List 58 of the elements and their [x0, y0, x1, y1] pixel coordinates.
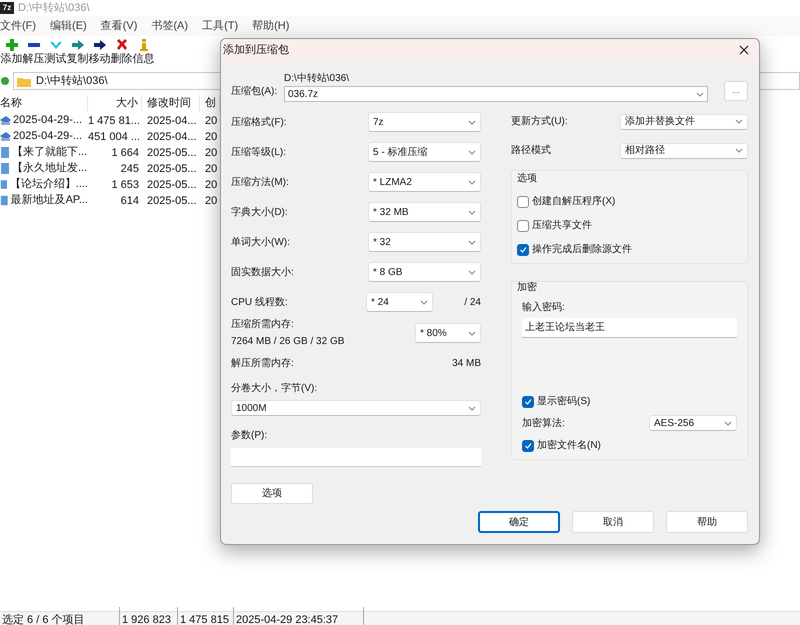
table-cell: 245	[120, 163, 139, 175]
file-name: 【永久地址发...	[12, 160, 88, 176]
table-cell: 1 664	[111, 147, 139, 159]
table-cell: 2025-05...	[147, 195, 197, 207]
file-name: 2025-04-29-...	[13, 112, 82, 128]
table-cell: 20	[205, 195, 218, 207]
field-label: 压缩共享文件	[532, 218, 592, 233]
field-label: 压缩包(A):	[231, 84, 278, 99]
archive-path: D:\中转站\036\	[284, 73, 350, 84]
table-cell: 2025-05...	[147, 147, 197, 159]
field-label: 创建自解压程序(X)	[532, 194, 616, 209]
table-cell: 614	[120, 195, 139, 207]
dialog-title: 添加到压缩包	[223, 42, 289, 58]
field-label: 压缩等级(L):	[231, 146, 286, 160]
field-label: 压缩格式(F):	[231, 116, 287, 130]
file-name: 最新地址及AP...	[10, 192, 88, 208]
status-text: 2025-04-29 23:45:37	[236, 614, 338, 625]
table-cell: 2025-04...	[147, 115, 197, 127]
table-cell: 2025-05...	[147, 163, 197, 175]
field-label: 参数(P):	[231, 428, 268, 443]
file-name: 【来了就能下...	[12, 144, 88, 160]
table-cell: 20	[205, 147, 218, 159]
field-label: 压缩方法(M):	[231, 176, 289, 190]
field-label: 单词大小(W):	[231, 236, 290, 250]
memory-value: 34 MB	[452, 356, 481, 370]
table-cell: 2025-05...	[147, 179, 197, 191]
field-label: / 24	[464, 296, 481, 310]
field-label: 分卷大小，字节(V):	[231, 382, 318, 396]
field-label: 更新方式(U):	[511, 114, 568, 129]
status-text: 1 475 815	[180, 614, 229, 625]
field-label: CPU 线程数:	[231, 296, 289, 310]
field-label: 显示密码(S)	[537, 394, 590, 409]
field-label: 解压所需内存:	[231, 356, 294, 370]
field-label: 加密文件名(N)	[537, 438, 601, 453]
table-cell: 1 475 81...	[88, 115, 140, 127]
field-label: 输入密码:	[522, 300, 566, 315]
status-text: 1 926 823	[122, 614, 171, 625]
table-cell: 451 004 ...	[88, 131, 140, 143]
table-cell: 20	[205, 163, 218, 175]
memory-usage: 7264 MB / 26 GB / 32 GB	[231, 335, 344, 349]
file-name: 2025-04-29-...	[13, 128, 82, 144]
table-cell: 20	[205, 131, 218, 143]
table-cell: 2025-04...	[147, 131, 197, 143]
file-name: 【论坛介绍】....	[10, 176, 88, 192]
window-title: D:\中转站\036\	[18, 0, 90, 16]
group-title: 加密	[517, 282, 538, 294]
field-label: 路径模式	[511, 144, 551, 158]
table-cell: 20	[205, 115, 218, 127]
table-cell: 20	[205, 179, 218, 191]
field-label: 压缩所需内存:	[231, 318, 295, 332]
table-cell: 1 653	[111, 179, 139, 191]
field-label: 固实数据大小:	[231, 266, 294, 280]
field-label: 操作完成后删除源文件	[532, 242, 632, 257]
status-text: 选定 6 / 6 个项目	[2, 614, 85, 625]
group-title: 选项	[517, 173, 538, 185]
field-label: 字典大小(D):	[231, 206, 288, 220]
field-label: 加密算法:	[522, 416, 565, 430]
app-logo: 7z	[0, 2, 14, 14]
